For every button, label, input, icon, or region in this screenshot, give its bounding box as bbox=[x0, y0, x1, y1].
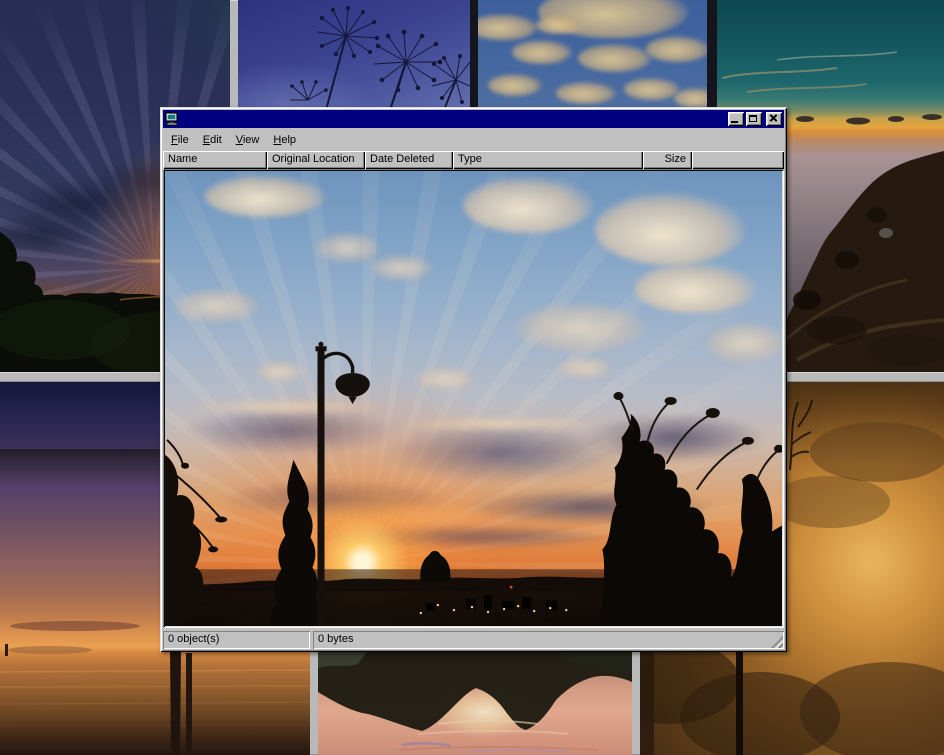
minimize-button[interactable] bbox=[728, 112, 744, 126]
status-object-count: 0 object(s) bbox=[163, 631, 310, 649]
cloud-puff bbox=[624, 78, 680, 100]
menu-file[interactable]: File bbox=[164, 132, 196, 148]
menu-edit[interactable]: Edit bbox=[196, 132, 229, 148]
menu-help[interactable]: Help bbox=[266, 132, 303, 148]
status-size: 0 bytes bbox=[313, 631, 784, 649]
cloud-puff bbox=[536, 16, 580, 34]
right-trees-silhouette bbox=[600, 392, 782, 626]
computer-icon bbox=[165, 112, 179, 126]
sunset-photo-backdrop bbox=[165, 171, 782, 626]
cloud-puff bbox=[646, 36, 707, 62]
title-bar[interactable] bbox=[163, 110, 784, 128]
cloud-puff bbox=[478, 14, 538, 40]
minimize-icon bbox=[731, 121, 738, 123]
dried-flower-silhouette bbox=[238, 0, 470, 110]
wallpaper-separator-vertical bbox=[230, 0, 238, 110]
column-header-date-deleted[interactable]: Date Deleted bbox=[365, 151, 453, 169]
close-button[interactable] bbox=[766, 112, 782, 126]
column-headers: Name Original Location Date Deleted Type… bbox=[163, 151, 784, 169]
column-header-original-location[interactable]: Original Location bbox=[267, 151, 365, 169]
desktop: { "window": { "title": "", "icon": "comp… bbox=[0, 0, 944, 755]
photo-silhouettes bbox=[165, 171, 782, 626]
recycle-bin-window: File Edit View Help Name Original Locati… bbox=[160, 107, 787, 652]
cloud-puff bbox=[488, 74, 542, 96]
menu-view[interactable]: View bbox=[229, 132, 267, 148]
status-bar: 0 object(s) 0 bytes bbox=[163, 631, 784, 649]
cloud-puff bbox=[578, 44, 652, 72]
wallpaper-tile-altocumulus bbox=[478, 0, 707, 110]
column-header-type[interactable]: Type bbox=[453, 151, 643, 169]
column-header-filler[interactable] bbox=[692, 151, 784, 169]
column-header-name[interactable]: Name bbox=[163, 151, 267, 169]
maximize-button[interactable] bbox=[746, 112, 762, 126]
menu-bar: File Edit View Help bbox=[163, 130, 784, 149]
cypress-silhouette bbox=[270, 460, 320, 626]
column-header-size[interactable]: Size bbox=[643, 151, 692, 169]
maximize-icon bbox=[749, 115, 757, 122]
cloud-puff bbox=[674, 88, 707, 108]
cloud-puff bbox=[556, 82, 616, 104]
wallpaper-tile-dried-flowers bbox=[238, 0, 470, 110]
file-list-area[interactable] bbox=[163, 169, 784, 628]
cloud-puff bbox=[512, 40, 572, 64]
bush-silhouette bbox=[420, 551, 450, 581]
